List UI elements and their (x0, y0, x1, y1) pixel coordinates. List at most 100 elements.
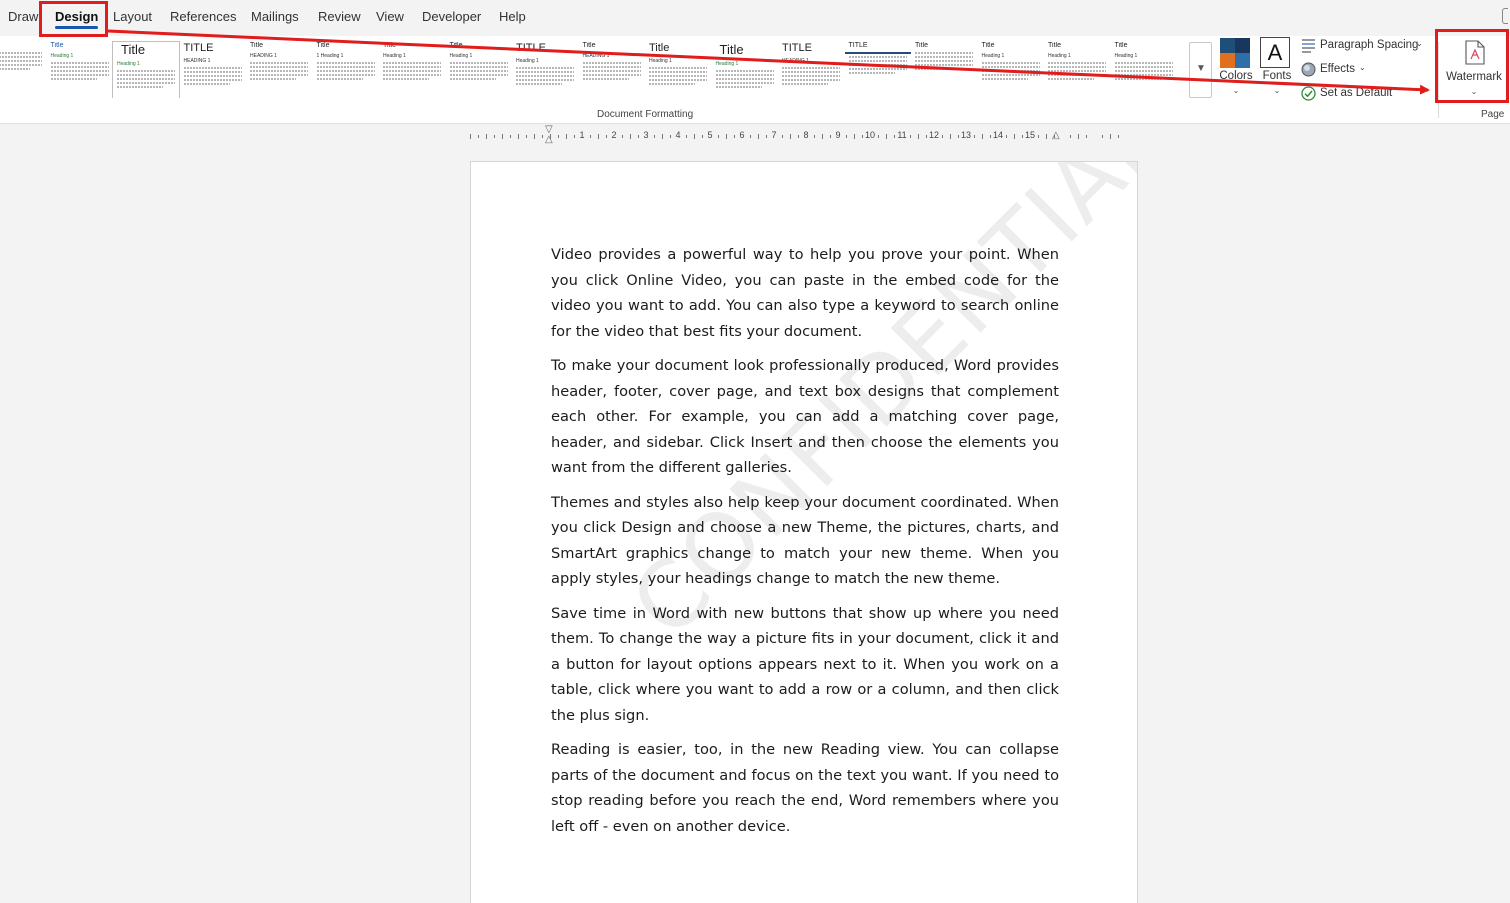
document-formatting-label: Document Formatting (597, 109, 694, 120)
thumbnail-title: Title (449, 42, 463, 49)
colors-palette-icon (1220, 38, 1250, 68)
style-set-thumbnail[interactable]: Title HEADING 1 (246, 42, 312, 98)
ruler-tick (958, 135, 959, 138)
style-set-thumbnail[interactable]: Title Heading 1 (1044, 42, 1110, 98)
thumbnail-heading: Heading 1 (649, 58, 672, 64)
document-body[interactable]: Video provides a powerful way to help yo… (551, 242, 1059, 848)
ruler-tick (846, 135, 847, 138)
set-as-default-button[interactable]: Set as Default (1301, 84, 1401, 104)
style-set-thumbnail[interactable]: Title Heading 1 (379, 42, 445, 98)
ruler-number: 15 (1024, 130, 1036, 140)
ruler-number: 11 (897, 130, 907, 140)
effects-label: Effects (1320, 63, 1355, 75)
style-set-thumbnail[interactable]: TITLE HEADING 1 (778, 42, 844, 98)
paragraph-spacing-button[interactable]: Paragraph Spacing ⌄ (1301, 36, 1429, 56)
thumbnail-title: TITLE (516, 42, 546, 54)
fonts-label: Fonts (1262, 70, 1292, 82)
ruler-tick (574, 135, 575, 138)
fonts-button[interactable]: A Fonts ⌄ (1254, 36, 1300, 104)
thumbnail-heading: HEADING 1 (183, 58, 211, 64)
ruler-tick (686, 135, 687, 138)
paragraph[interactable]: Save time in Word with new buttons that … (551, 601, 1059, 729)
ruler-tick (470, 134, 471, 139)
chevron-down-icon: ⌄ (1273, 86, 1281, 95)
thumbnail-title: TITLE (782, 42, 812, 54)
style-set-thumbnail[interactable]: Title Heading 1 (645, 42, 711, 98)
style-set-thumbnail[interactable]: Title Heading 1 (712, 42, 778, 98)
style-set-thumbnail[interactable]: TITLE (844, 42, 911, 98)
thumbnail-heading: Heading 1 (516, 58, 539, 64)
thumbnail-title: Title (50, 42, 64, 49)
style-set-thumbnail[interactable]: Title Heading 1 (446, 42, 512, 98)
style-set-thumbnail[interactable]: Title Heading 1 (978, 42, 1044, 98)
style-set-thumbnail[interactable]: Title HEADING 1 (579, 42, 645, 98)
ruler-tick (558, 135, 559, 138)
tab-mailings[interactable]: Mailings (251, 9, 299, 24)
tab-view[interactable]: View (376, 9, 404, 24)
ruler-tick (766, 135, 767, 138)
ruler-tick (694, 134, 695, 139)
ruler-tick (926, 135, 927, 138)
ruler-number: 6 (739, 130, 745, 140)
ruler-tick (910, 135, 911, 138)
tab-layout[interactable]: Layout (113, 9, 152, 24)
chevron-down-icon: ⌄ (1359, 63, 1366, 72)
ruler-tick (862, 135, 863, 138)
tab-review[interactable]: Review (318, 9, 361, 24)
design-ribbon: Title Heading 1 Title Heading 1 TITLE HEADING… (0, 36, 1510, 124)
gallery-more-button[interactable]: ▼ (1189, 42, 1212, 98)
ruler-tick (638, 135, 639, 138)
thumbnail-title: Title (649, 42, 670, 54)
thumbnail-title: Title (121, 42, 146, 57)
colors-label: Colors (1219, 70, 1253, 82)
tab-developer[interactable]: Developer (422, 9, 481, 24)
ruler-tick (486, 134, 487, 139)
left-indent-marker[interactable]: △ (545, 134, 553, 145)
effects-button[interactable]: Effects ⌄ (1301, 60, 1371, 80)
design-tab-highlight (39, 1, 108, 37)
ruler-tick (510, 135, 511, 138)
style-set-thumbnail[interactable]: Title (911, 42, 977, 98)
ruler-tick (734, 135, 735, 138)
paragraph[interactable]: To make your document look professionall… (551, 353, 1059, 481)
ruler-tick (894, 135, 895, 138)
tab-help[interactable]: Help (499, 9, 526, 24)
ruler-number: 7 (771, 130, 777, 140)
ruler-tick (526, 135, 527, 138)
document-page[interactable]: CONFIDENTIAL Video provides a powerful w… (470, 161, 1138, 903)
paragraph[interactable]: Video provides a powerful way to help yo… (551, 242, 1059, 344)
ruler-tick (1118, 135, 1119, 138)
chevron-down-icon: ⌄ (1232, 86, 1240, 95)
thumbnail-heading: 1 Heading 1 (316, 53, 344, 59)
ruler-tick (566, 134, 567, 139)
style-set-thumbnail[interactable]: TITLE HEADING 1 (180, 42, 246, 98)
thumbnail-title: Title (1114, 42, 1128, 49)
page-group-label: Page (1481, 109, 1505, 120)
ruler-tick (518, 134, 519, 139)
ruler-tick (790, 134, 791, 139)
ruler-tick (1014, 134, 1015, 139)
watermark-button-highlight (1435, 29, 1509, 103)
paragraph[interactable]: Reading is easier, too, in the new Readi… (551, 737, 1059, 839)
ruler-tick (494, 135, 495, 138)
ruler-tick (654, 135, 655, 138)
style-set-gallery[interactable]: Title Heading 1 Title Heading 1 TITLE HEADING… (0, 40, 1188, 98)
style-set-thumbnail[interactable]: Title 1 Heading 1 (313, 42, 379, 98)
effects-icon (1301, 62, 1316, 77)
tab-draw[interactable]: Draw (8, 9, 38, 24)
thumbnail-title: Title (719, 42, 744, 57)
right-indent-marker[interactable]: △ (1052, 130, 1060, 141)
style-set-thumbnail[interactable] (0, 42, 46, 98)
style-set-thumbnail[interactable]: Title Heading 1 (112, 41, 180, 98)
colors-button[interactable]: Colors ⌄ (1213, 36, 1259, 104)
style-set-thumbnail[interactable]: Title Heading 1 (47, 42, 113, 98)
tab-references[interactable]: References (170, 9, 236, 24)
paragraph[interactable]: Themes and styles also help keep your do… (551, 490, 1059, 592)
ruler-number: 10 (864, 130, 876, 140)
ruler-tick (702, 135, 703, 138)
horizontal-ruler[interactable]: 1 2 3 4 5 6 7 8 9 10 11 12 13 14 15 ▽ △ △ (0, 124, 1510, 146)
ruler-tick (1038, 135, 1039, 138)
style-set-thumbnail[interactable]: TITLE Heading 1 (512, 42, 578, 98)
ruler-tick (1022, 135, 1023, 138)
style-set-thumbnail[interactable]: Title Heading 1 (1111, 42, 1177, 98)
